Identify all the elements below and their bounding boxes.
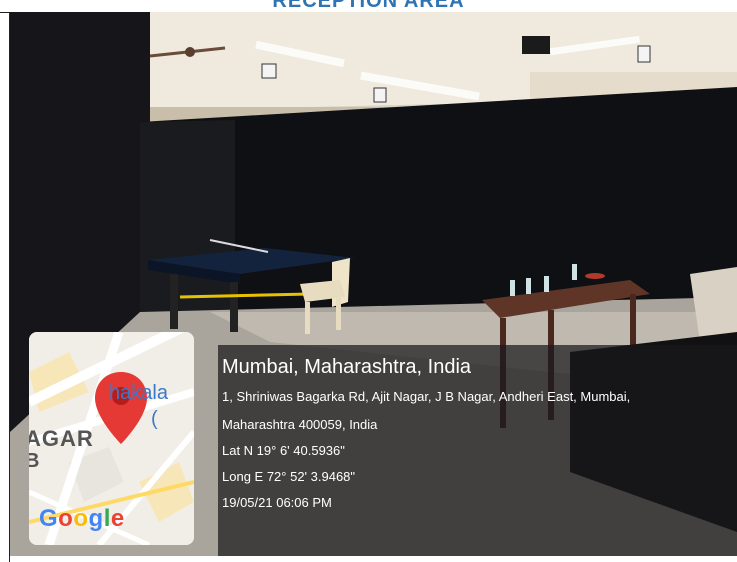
google-logo-letter: e xyxy=(110,505,125,532)
latitude: Lat N 19° 6' 40.5936" xyxy=(222,443,345,458)
water-bottle xyxy=(510,280,515,296)
timestamp: 19/05/21 06:06 PM xyxy=(222,495,332,510)
google-logo: Google xyxy=(39,505,125,533)
longitude: Long E 72° 52' 3.9468" xyxy=(222,469,356,484)
google-logo-letter: o xyxy=(58,505,74,532)
google-logo-letter: G xyxy=(39,505,59,532)
water-bottle xyxy=(544,276,549,292)
spotlight xyxy=(637,45,651,63)
address-line-1: 1, Shriniwas Bagarka Rd, Ajit Nagar, J B… xyxy=(222,389,631,404)
ceiling-fan-hub xyxy=(185,47,195,57)
map-thumbnail: hakala ( AGAR B Google xyxy=(29,332,194,545)
plastic-chair-leg xyxy=(336,298,341,330)
location-title: Mumbai, Maharashtra, India xyxy=(222,356,472,378)
map-label-paren: ( xyxy=(151,408,158,430)
map-label-chakala: hakala xyxy=(109,382,168,404)
address-line-2: Maharashtra 400059, India xyxy=(222,417,378,432)
map-label-agar: AGAR xyxy=(29,426,94,451)
google-logo-letter: o xyxy=(73,505,89,532)
plastic-chair-leg xyxy=(305,302,310,334)
table-leg xyxy=(230,282,238,332)
google-logo-letter: l xyxy=(103,505,111,532)
water-bottle xyxy=(572,264,577,280)
map-label-b: B xyxy=(29,450,40,472)
curtain-fold xyxy=(140,120,235,322)
page-heading-strip: RECEPTION AREA xyxy=(0,0,737,12)
google-logo-letter: g xyxy=(88,505,104,532)
spotlight xyxy=(261,63,277,79)
page-heading: RECEPTION AREA xyxy=(272,0,465,12)
projector xyxy=(522,36,550,54)
tray xyxy=(585,273,605,279)
water-bottle xyxy=(526,278,531,294)
spotlight xyxy=(373,87,387,103)
table-leg xyxy=(170,274,178,329)
geotag-info: Mumbai, Maharashtra, India 1, Shriniwas … xyxy=(222,355,630,521)
geotagged-photo: hakala ( AGAR B Google Mumbai, Maharasht… xyxy=(10,12,737,556)
